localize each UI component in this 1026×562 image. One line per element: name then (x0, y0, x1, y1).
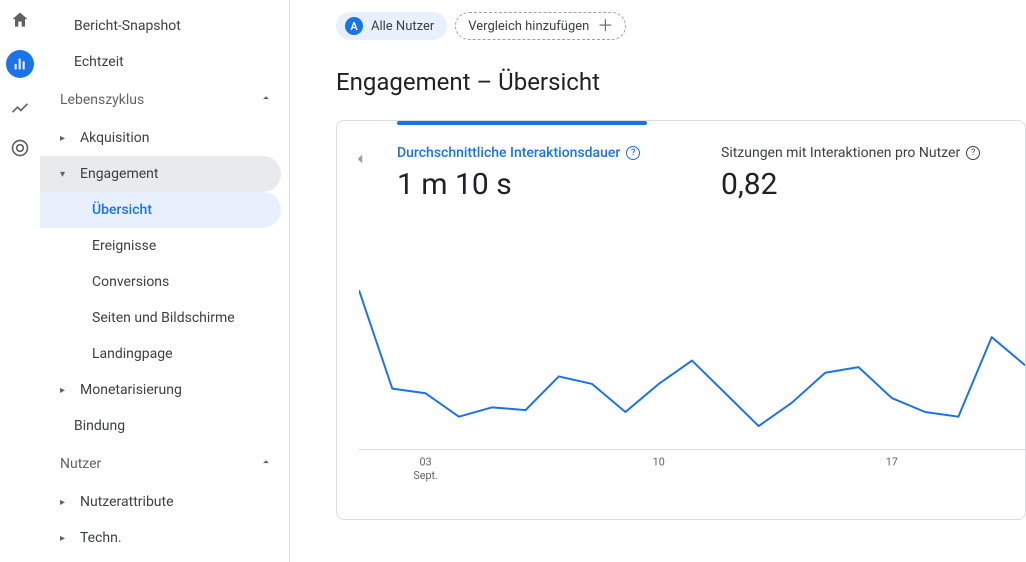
sidebar-item-landing-page[interactable]: Landingpage (40, 336, 281, 372)
segment-chip-label: Alle Nutzer (371, 19, 434, 34)
segment-badge: A (345, 17, 363, 35)
sidebar-item-conversions[interactable]: Conversions (40, 264, 281, 300)
caret-right-icon: ▸ (60, 133, 72, 144)
sidebar-item-label: Bericht-Snapshot (74, 18, 181, 34)
caret-right-icon: ▸ (60, 497, 72, 508)
sidebar-section-label: Nutzer (60, 456, 101, 472)
chevron-up-icon (259, 455, 273, 473)
sidebar-item-label: Monetarisierung (80, 382, 182, 398)
chevron-up-icon (259, 91, 273, 109)
segment-chip-row: A Alle Nutzer Vergleich hinzufügen ＋ (336, 12, 1026, 40)
page-title: Engagement – Übersicht (336, 68, 1026, 96)
segment-chip-all-users[interactable]: A Alle Nutzer (336, 12, 447, 40)
metric-label-text: Durchschnittliche Interaktionsdauer (397, 145, 620, 161)
metric-label: Sitzungen mit Interaktionen pro Nutzer ? (721, 145, 981, 161)
metric-engaged-sessions-per-user[interactable]: Sitzungen mit Interaktionen pro Nutzer ?… (721, 145, 981, 202)
svg-text:Sept.: Sept. (413, 469, 438, 482)
home-icon[interactable] (10, 10, 30, 30)
active-metric-indicator (397, 121, 647, 125)
metric-avg-engagement-time[interactable]: Durchschnittliche Interaktionsdauer ? 1 … (397, 145, 657, 202)
sidebar-item-events[interactable]: Ereignisse (40, 228, 281, 264)
engagement-chart: 03Sept. 10 17 (359, 271, 1025, 509)
overview-card: Durchschnittliche Interaktionsdauer ? 1 … (336, 120, 1026, 520)
sidebar-item-acquisition[interactable]: ▸ Akquisition (40, 120, 281, 156)
sidebar-item-label: Bindung (74, 418, 125, 434)
sidebar-item-label: Seiten und Bildschirme (92, 310, 235, 326)
sidebar-section-label: Lebenszyklus (60, 92, 144, 108)
sidebar-item-label: Landingpage (92, 346, 173, 362)
metric-label: Durchschnittliche Interaktionsdauer ? (397, 145, 657, 161)
x-axis-ticks: 03Sept. 10 17 (413, 455, 897, 482)
sidebar-section-user[interactable]: Nutzer (40, 444, 289, 484)
left-rail (0, 0, 40, 562)
metric-label-text: Sitzungen mit Interaktionen pro Nutzer (721, 145, 960, 161)
add-comparison-label: Vergleich hinzufügen (468, 19, 589, 34)
add-comparison-chip[interactable]: Vergleich hinzufügen ＋ (455, 12, 626, 40)
chart-series-line (359, 290, 1025, 426)
sidebar-item-label: Übersicht (92, 202, 152, 218)
sidebar-item-snapshot[interactable]: Bericht-Snapshot (40, 8, 281, 44)
sidebar-item-retention[interactable]: Bindung (40, 408, 281, 444)
caret-down-icon: ▾ (60, 169, 72, 180)
svg-text:10: 10 (653, 455, 665, 468)
sidebar-item-label: Akquisition (80, 130, 150, 146)
sidebar-item-label: Nutzerattribute (80, 494, 174, 510)
sidebar: Bericht-Snapshot Echtzeit Lebenszyklus ▸… (40, 0, 290, 562)
svg-text:03: 03 (420, 455, 432, 468)
sidebar-item-overview[interactable]: Übersicht (40, 192, 281, 228)
metric-row: Durchschnittliche Interaktionsdauer ? 1 … (337, 121, 1025, 202)
help-icon[interactable]: ? (626, 146, 640, 160)
sidebar-item-engagement[interactable]: ▾ Engagement (40, 156, 281, 192)
reports-icon[interactable] (6, 50, 34, 78)
sidebar-item-user-attributes[interactable]: ▸ Nutzerattribute (40, 484, 281, 520)
sidebar-item-tech[interactable]: ▸ Techn. (40, 520, 281, 556)
explore-icon[interactable] (10, 98, 30, 118)
caret-right-icon: ▸ (60, 533, 72, 544)
plus-icon: ＋ (597, 18, 613, 34)
main-content: A Alle Nutzer Vergleich hinzufügen ＋ Eng… (300, 0, 1026, 562)
caret-right-icon: ▸ (60, 385, 72, 396)
sidebar-item-label: Conversions (92, 274, 169, 290)
carousel-prev-button[interactable] (351, 149, 369, 173)
metric-value: 1 m 10 s (397, 167, 657, 202)
sidebar-item-label: Echtzeit (74, 54, 124, 70)
sidebar-item-realtime[interactable]: Echtzeit (40, 44, 281, 80)
metric-value: 0,82 (721, 167, 981, 202)
sidebar-item-label: Ereignisse (92, 238, 156, 254)
help-icon[interactable]: ? (966, 146, 980, 160)
sidebar-item-pages-screens[interactable]: Seiten und Bildschirme (40, 300, 281, 336)
sidebar-item-label: Techn. (80, 530, 122, 546)
sidebar-item-monetization[interactable]: ▸ Monetarisierung (40, 372, 281, 408)
sidebar-item-label: Engagement (80, 166, 158, 182)
advertising-icon[interactable] (10, 138, 30, 158)
sidebar-section-lifecycle[interactable]: Lebenszyklus (40, 80, 289, 120)
svg-text:17: 17 (886, 455, 898, 468)
